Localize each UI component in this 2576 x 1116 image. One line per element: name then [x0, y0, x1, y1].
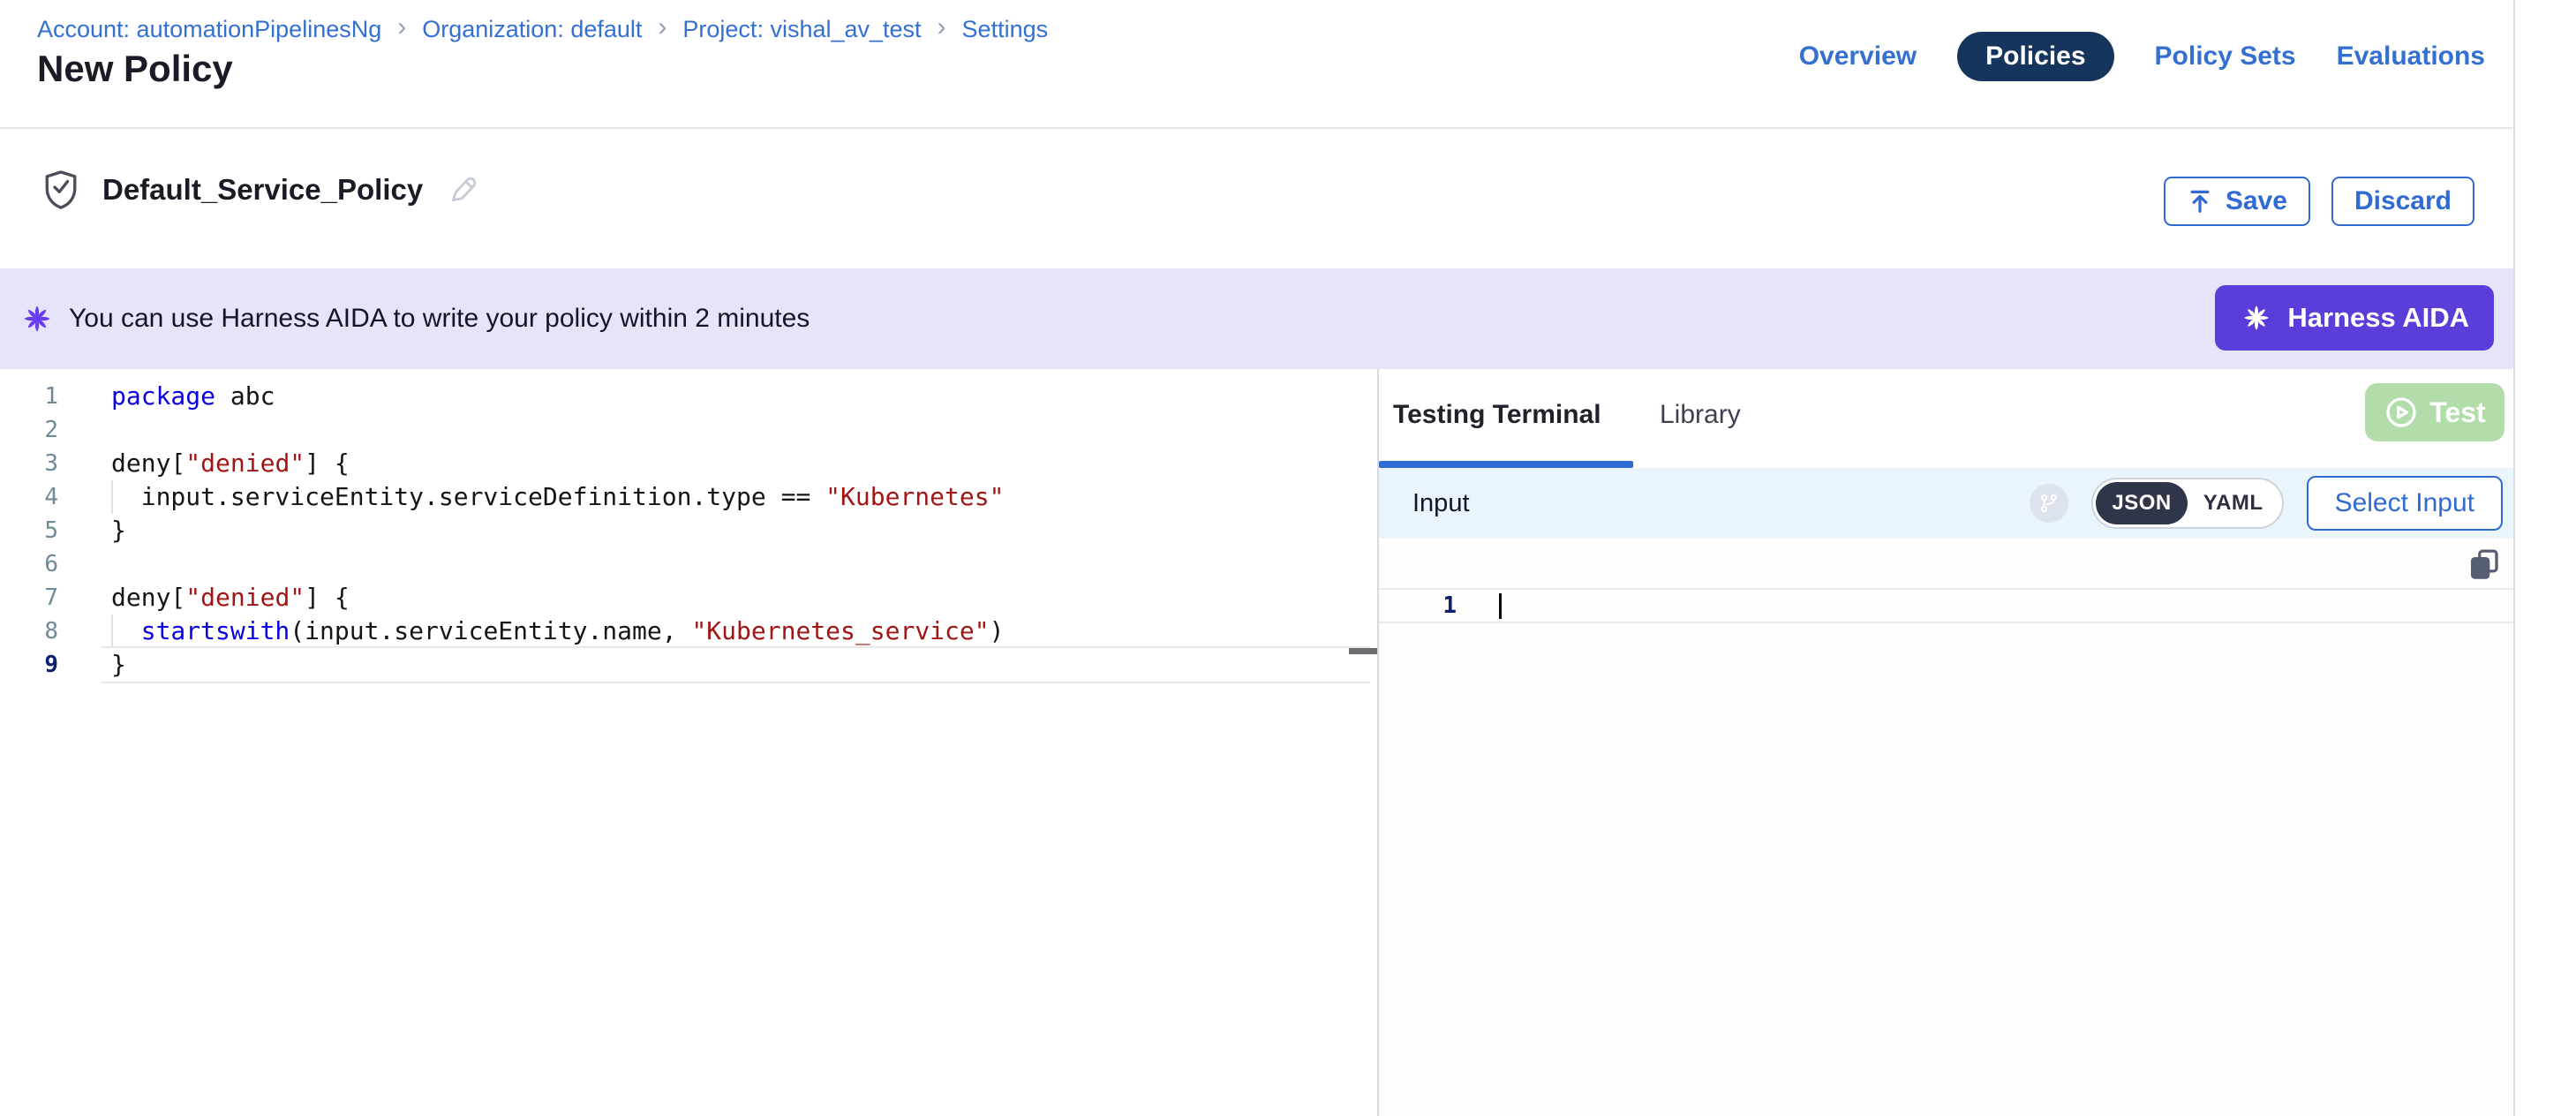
breadcrumb-item[interactable]: Project: vishal_av_test: [682, 16, 921, 43]
input-header-controls: JSONYAML Select Input: [2030, 476, 2503, 531]
code-line[interactable]: 8 startswith(input.serviceEntity.name, "…: [0, 615, 1377, 648]
test-button[interactable]: Test: [2365, 383, 2504, 441]
play-circle-icon: [2384, 395, 2419, 430]
line-number: 4: [0, 480, 58, 514]
code-text: startswith(input.serviceEntity.name, "Ku…: [111, 615, 1004, 648]
upload-arrow-icon: [2187, 188, 2213, 215]
nav-item-policy-sets[interactable]: Policy Sets: [2155, 32, 2296, 81]
policy-nav-tabs: Overview Policies Policy Sets Evaluations: [1799, 28, 2485, 85]
line-number: 5: [0, 514, 58, 547]
line-number: 7: [0, 581, 58, 615]
chevron-right-icon: ›: [658, 12, 667, 42]
save-button-label: Save: [2226, 186, 2287, 216]
select-input-label: Select Input: [2335, 488, 2474, 518]
breadcrumb: Account: automationPipelinesNg › Organizat…: [37, 14, 1048, 44]
chevron-right-icon: ›: [938, 12, 946, 42]
active-tab-underline: [1379, 461, 1633, 468]
page-title: New Policy: [37, 48, 233, 90]
line-number: 6: [0, 547, 58, 581]
discard-button[interactable]: Discard: [2331, 177, 2474, 226]
chevron-right-icon: ›: [397, 12, 406, 42]
test-button-label: Test: [2429, 396, 2485, 429]
git-branch-icon[interactable]: [2030, 484, 2068, 523]
panel-tabs: Testing Terminal Library Test: [1379, 369, 2513, 468]
line-number: 1: [1430, 590, 1457, 622]
aida-flower-icon: [19, 301, 55, 336]
input-label: Input: [1412, 489, 1470, 518]
json-yaml-toggle: JSONYAML: [2091, 478, 2283, 529]
input-header-bar: Input JSONYAML Select Input: [1379, 468, 2513, 539]
aida-banner-message: You can use Harness AIDA to write your p…: [69, 304, 810, 334]
harness-aida-button-label: Harness AIDA: [2287, 302, 2469, 334]
code-text: deny["denied"] {: [111, 447, 350, 480]
code-line[interactable]: 7 deny["denied"] {: [0, 581, 1377, 615]
nav-item-evaluations[interactable]: Evaluations: [2337, 32, 2485, 81]
testing-panel: Testing Terminal Library Test Input: [1379, 369, 2513, 1116]
breadcrumb-item[interactable]: Account: automationPipelinesNg: [37, 16, 381, 43]
policy-title-group: Default_Service_Policy: [42, 170, 481, 210]
breadcrumb-item[interactable]: Organization: default: [422, 16, 642, 43]
code-text: deny["denied"] {: [111, 581, 350, 615]
pencil-icon[interactable]: [446, 172, 481, 207]
current-line-highlight: [101, 646, 1370, 683]
line-number: 1: [0, 380, 58, 413]
select-input-button[interactable]: Select Input: [2307, 476, 2503, 531]
nav-item-overview[interactable]: Overview: [1799, 32, 1917, 81]
code-line[interactable]: 4 input.serviceEntity.serviceDefinition.…: [0, 480, 1377, 514]
policy-name: Default_Service_Policy: [102, 173, 423, 207]
breadcrumb-item[interactable]: Settings: [962, 16, 1049, 43]
toolbar-actions: Save Discard: [2164, 177, 2474, 226]
text-cursor: [1499, 593, 1502, 619]
code-text: }: [111, 514, 126, 547]
page-header: Account: automationPipelinesNg › Organizat…: [0, 0, 2513, 129]
tab-library[interactable]: Library: [1660, 369, 1741, 461]
shield-check-icon: [42, 170, 79, 210]
code-text: package abc: [111, 380, 275, 413]
code-line[interactable]: 5}: [0, 514, 1377, 547]
code-text: input.serviceEntity.serviceDefinition.ty…: [111, 480, 1004, 514]
discard-button-label: Discard: [2354, 186, 2452, 216]
code-line[interactable]: 3 deny["denied"] {: [0, 447, 1377, 480]
tab-testing-terminal[interactable]: Testing Terminal: [1393, 369, 1601, 461]
policy-code-editor[interactable]: 1package abc23deny["denied"] {4 input.se…: [0, 369, 1377, 1116]
code-line[interactable]: 1 package abc: [0, 380, 1377, 413]
line-number: 9: [0, 648, 58, 682]
code-line[interactable]: 2: [0, 413, 1377, 447]
copy-icon[interactable]: [2466, 546, 2503, 585]
new-policy-page: Account: automationPipelinesNg › Organizat…: [0, 0, 2576, 1116]
save-button[interactable]: Save: [2164, 177, 2310, 226]
code-line[interactable]: 6: [0, 547, 1377, 581]
line-number: 2: [0, 413, 58, 447]
policy-toolbar: Default_Service_Policy Save: [0, 129, 2513, 268]
line-number: 3: [0, 447, 58, 480]
nav-item-policies[interactable]: Policies: [1957, 32, 2113, 81]
content-right-border: [2513, 0, 2515, 1116]
input-code-editor[interactable]: 1: [1379, 539, 2513, 1116]
aida-banner: You can use Harness AIDA to write your p…: [0, 268, 2513, 369]
harness-aida-button[interactable]: Harness AIDA: [2215, 285, 2494, 351]
code-text: }: [111, 648, 126, 682]
aida-flower-icon: [2240, 301, 2273, 335]
toggle-option-yaml[interactable]: YAML: [2188, 482, 2279, 524]
line-number: 8: [0, 615, 58, 648]
code-line[interactable]: 9}: [0, 648, 1377, 682]
input-code-line[interactable]: 1: [1379, 588, 2513, 623]
toggle-option-json[interactable]: JSON: [2096, 482, 2187, 524]
